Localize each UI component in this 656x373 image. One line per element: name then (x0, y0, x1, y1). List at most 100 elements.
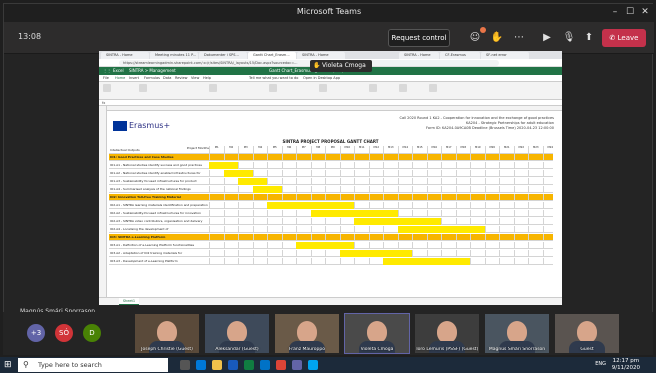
gantt-cell[interactable] (252, 154, 268, 161)
gantt-cell[interactable] (354, 226, 369, 233)
close-icon[interactable]: ✕ (638, 5, 652, 19)
gantt-cell[interactable] (528, 242, 543, 249)
gantt-cell[interactable] (354, 234, 369, 241)
gantt-cell[interactable] (238, 162, 253, 169)
gantt-cell[interactable] (499, 242, 514, 249)
minimize-icon[interactable]: – (608, 5, 622, 19)
gantt-cell[interactable] (238, 186, 253, 193)
gantt-cell[interactable] (296, 178, 311, 185)
menu-formulas[interactable]: Formulas (144, 76, 160, 80)
gantt-cell[interactable] (499, 186, 514, 193)
gantt-cell[interactable] (339, 194, 355, 201)
gantt-cell[interactable] (513, 242, 529, 249)
gantt-cell[interactable] (209, 202, 224, 209)
find-icon[interactable] (429, 84, 437, 92)
gantt-cell[interactable] (528, 250, 543, 257)
gantt-cell[interactable] (470, 234, 485, 241)
gantt-cell[interactable] (281, 226, 297, 233)
gantt-cell[interactable] (281, 154, 297, 161)
gantt-cell[interactable] (528, 234, 543, 241)
gantt-month-cell[interactable]: M5 (267, 146, 282, 154)
language-indicator[interactable]: ENG (595, 361, 606, 367)
maximize-icon[interactable]: ☐ (623, 5, 637, 19)
participant-video-tile[interactable]: Magnús Smári Snorrason (485, 314, 549, 353)
gantt-cell[interactable] (209, 210, 224, 217)
gantt-cell[interactable] (397, 154, 413, 161)
gantt-cell[interactable] (470, 250, 485, 257)
gantt-cell[interactable] (513, 186, 529, 193)
gantt-cell[interactable] (209, 218, 224, 225)
gantt-cell[interactable] (397, 162, 413, 169)
gantt-cell[interactable] (209, 258, 224, 265)
gantt-cell[interactable] (513, 202, 529, 209)
gantt-cell[interactable] (383, 202, 398, 209)
gantt-cell[interactable] (223, 258, 239, 265)
gantt-cell[interactable] (252, 234, 268, 241)
gantt-cell[interactable] (296, 162, 311, 169)
gantt-cell[interactable] (223, 242, 239, 249)
gantt-cell[interactable] (325, 162, 340, 169)
browser-tab[interactable]: SINTRA - Home (399, 52, 439, 59)
gantt-cell[interactable] (426, 242, 442, 249)
edge-icon[interactable] (196, 360, 206, 370)
gantt-cell[interactable] (528, 170, 543, 177)
gantt-cell[interactable] (412, 250, 427, 257)
gantt-cell[interactable] (542, 194, 558, 201)
gantt-cell[interactable] (484, 234, 500, 241)
gantt-cell[interactable] (542, 234, 558, 241)
windows-start-icon[interactable]: ⊞ (4, 360, 14, 370)
gantt-cell[interactable] (281, 162, 297, 169)
gantt-cell[interactable] (499, 218, 514, 225)
gantt-cell[interactable] (397, 194, 413, 201)
gantt-cell[interactable] (296, 226, 311, 233)
gantt-cell[interactable] (354, 162, 369, 169)
gantt-cell[interactable] (426, 234, 442, 241)
excel-path[interactable]: SINTRA > Management (129, 67, 176, 75)
gantt-cell[interactable] (238, 210, 253, 217)
gantt-cell[interactable] (397, 178, 413, 185)
gantt-cell[interactable] (223, 210, 239, 217)
browser-tab[interactable]: Meeting minutes 11 P... (150, 52, 198, 59)
gantt-cell[interactable] (296, 258, 311, 265)
gantt-cell[interactable] (267, 154, 282, 161)
gantt-cell[interactable] (484, 226, 500, 233)
gantt-cell[interactable] (455, 186, 471, 193)
gantt-cell[interactable] (484, 154, 500, 161)
gantt-cell[interactable] (542, 154, 558, 161)
gantt-cell[interactable] (484, 242, 500, 249)
gantt-cell[interactable] (426, 154, 442, 161)
gantt-cell[interactable] (441, 242, 456, 249)
gantt-month-cell[interactable]: M21 (499, 146, 514, 154)
gantt-cell[interactable] (310, 170, 326, 177)
gantt-cell[interactable] (209, 226, 224, 233)
gantt-cell[interactable] (513, 178, 529, 185)
leave-button[interactable]: ✆ Leave (602, 29, 646, 47)
gantt-cell[interactable] (354, 186, 369, 193)
share-tray-icon[interactable]: ⬆ (580, 29, 598, 47)
gantt-cell[interactable] (368, 202, 384, 209)
raise-hand-icon[interactable]: ✋ (488, 29, 506, 47)
gantt-cell[interactable] (238, 258, 253, 265)
gantt-cell[interactable] (209, 234, 224, 241)
gantt-cell[interactable] (455, 242, 471, 249)
gantt-cell[interactable] (310, 162, 326, 169)
gantt-cell[interactable] (542, 162, 558, 169)
gantt-cell[interactable] (354, 178, 369, 185)
menu-insert[interactable]: Insert (129, 76, 139, 80)
gantt-task-row[interactable]: IO2.A3 - SINTRA video contributors, orga… (109, 218, 553, 225)
gantt-cell[interactable] (484, 218, 500, 225)
gantt-cell[interactable] (528, 178, 543, 185)
gantt-cell[interactable] (542, 170, 558, 177)
gantt-cell[interactable] (310, 178, 326, 185)
gantt-cell[interactable] (354, 242, 369, 249)
participant-video-tile[interactable]: Violeta Cmoga (344, 313, 410, 354)
gantt-cell[interactable] (238, 250, 253, 257)
gantt-cell[interactable] (513, 258, 529, 265)
gantt-cell[interactable] (397, 170, 413, 177)
gantt-cell[interactable] (339, 154, 355, 161)
gantt-cell[interactable] (325, 194, 340, 201)
request-control-button[interactable]: Request control (388, 29, 450, 47)
gantt-cell[interactable] (281, 242, 297, 249)
gantt-cell[interactable] (252, 202, 268, 209)
participant-video-tile[interactable]: Joseph Christie (Guest) (135, 314, 199, 353)
